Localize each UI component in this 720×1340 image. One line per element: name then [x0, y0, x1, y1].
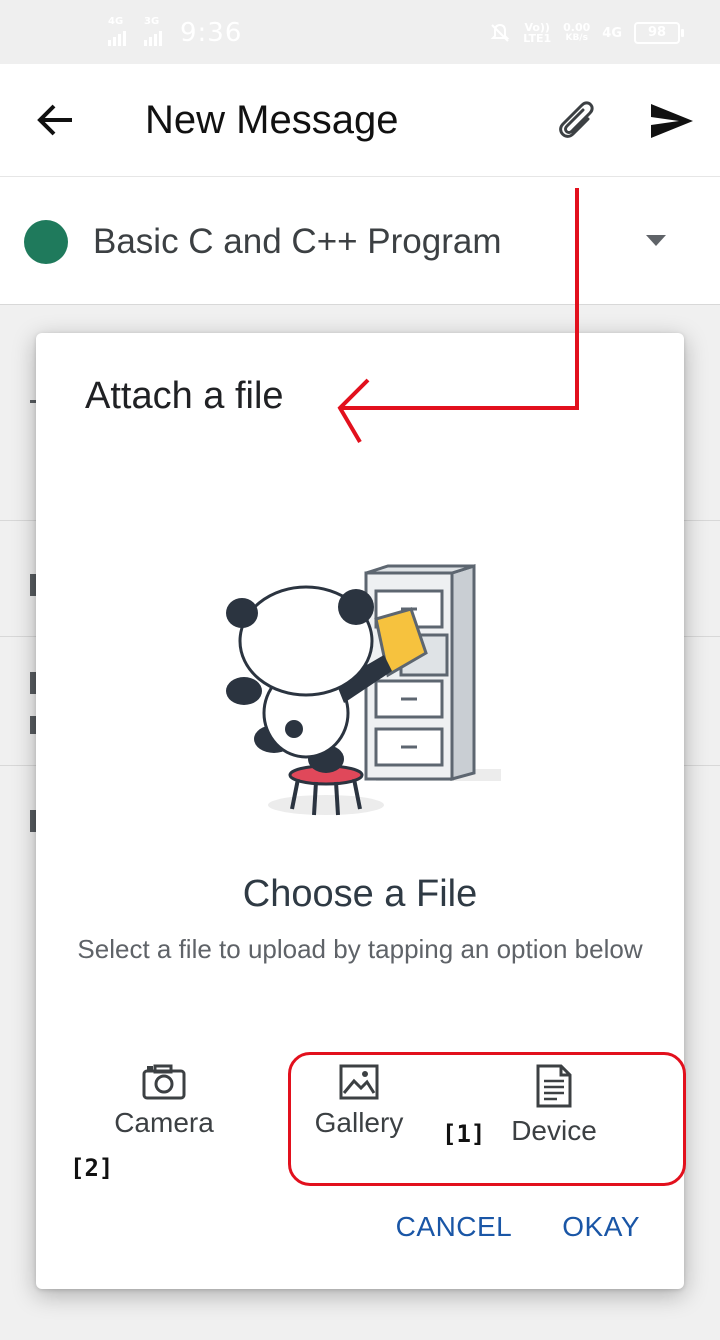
network-speed: 0.00 KB/s [563, 21, 591, 43]
mute-icon [490, 23, 510, 42]
status-bar: 4G 3G 9:36 Vo)) LTE1 0.00 KB/s 4G 98 [0, 0, 720, 64]
app-bar: New Message [0, 64, 720, 177]
annotation-tag-1: [1] [442, 1120, 486, 1148]
okay-button[interactable]: OKAY [562, 1211, 640, 1243]
network-type-2: 3G [144, 16, 160, 27]
camera-icon [142, 1064, 186, 1100]
dialog-title: Attach a file [85, 375, 284, 417]
group-selector[interactable]: Basic C and C++ Program [0, 177, 720, 305]
dialog-heading: Choose a File [242, 873, 478, 915]
back-button[interactable] [30, 98, 80, 142]
network-type-1: 4G [108, 16, 124, 27]
annotation-tag-2: [2] [70, 1154, 114, 1182]
send-button[interactable] [645, 98, 697, 144]
status-time: 9:36 [180, 18, 243, 48]
signal-icon: 3G [144, 16, 170, 46]
battery-icon: 98 [634, 22, 684, 44]
camera-option[interactable]: Camera [89, 1063, 239, 1153]
volte-indicator: Vo)) LTE1 [523, 21, 552, 45]
dialog-subtext: Select a file to upload by tapping an op… [77, 934, 643, 964]
annotation-highlight-box [288, 1052, 686, 1186]
attach-button[interactable] [550, 96, 602, 146]
status-right: Vo)) LTE1 0.00 KB/s 4G 98 [489, 21, 684, 45]
status-left: 4G 3G 9:36 [108, 16, 243, 48]
panda-filing-cabinet-illustration [226, 563, 501, 816]
paperclip-icon [559, 101, 594, 138]
signal-icon: 4G [108, 16, 134, 46]
group-name: Basic C and C++ Program [93, 222, 502, 261]
dropdown-caret-icon[interactable] [646, 235, 666, 246]
page-title: New Message [145, 98, 399, 142]
camera-label: Camera [114, 1107, 214, 1138]
network-type-3: 4G [602, 25, 622, 41]
dialog-actions: CANCEL OKAY [396, 1211, 640, 1243]
send-icon [651, 104, 693, 138]
cancel-button[interactable]: CANCEL [396, 1211, 513, 1243]
group-color-dot [24, 220, 68, 264]
arrow-back-icon [37, 104, 72, 136]
